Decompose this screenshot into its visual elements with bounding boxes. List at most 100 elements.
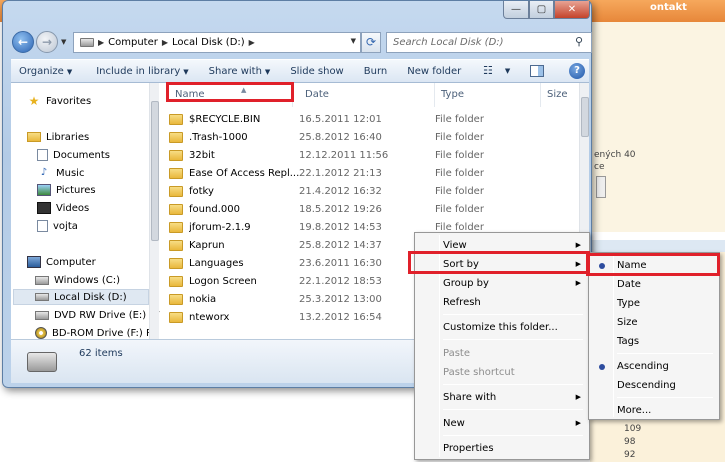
nav-documents[interactable]: Documents: [37, 147, 110, 163]
slide-show-button[interactable]: Slide show: [282, 66, 351, 77]
table-row[interactable]: .Trash-1000 25.8.2012 16:40 File folder: [169, 129, 525, 147]
menu-separator: [443, 435, 583, 436]
folder-icon: [169, 114, 183, 125]
share-label: Share with: [208, 65, 262, 77]
search-input[interactable]: Search Local Disk (D:): [386, 32, 592, 53]
chevron-down-icon[interactable]: ▼: [351, 37, 356, 45]
column-header-type[interactable]: Type: [435, 83, 541, 107]
nav-computer[interactable]: Computer: [27, 254, 96, 270]
nav-favorites[interactable]: ★ Favorites: [27, 93, 92, 109]
sort-order-ascending[interactable]: Ascending: [591, 357, 717, 376]
back-button[interactable]: ←: [12, 31, 34, 53]
nav-user-folder[interactable]: vojta: [37, 218, 78, 234]
new-folder-button[interactable]: New folder: [399, 66, 469, 77]
menu-separator: [443, 384, 583, 385]
chevron-right-icon: ▶: [575, 393, 581, 401]
file-date: 25.8.2012 16:40: [299, 132, 382, 143]
nav-label: Computer: [46, 256, 96, 268]
folder-icon: [169, 168, 183, 179]
sort-option-date[interactable]: Date: [591, 275, 717, 294]
nav-label: BD-ROM Drive (F:) R: [52, 327, 153, 339]
scrollbar-thumb[interactable]: [151, 101, 159, 241]
column-header-size[interactable]: Size: [541, 83, 579, 107]
chevron-right-icon[interactable]: ▶: [249, 38, 255, 47]
file-type: File folder: [435, 204, 484, 215]
share-with-button[interactable]: Share with ▼: [201, 66, 279, 77]
file-date: 22.1.2012 21:13: [299, 168, 382, 179]
nav-music[interactable]: ♪ Music: [37, 165, 85, 181]
file-name: Logon Screen: [189, 276, 257, 287]
folder-icon: [169, 204, 183, 215]
command-toolbar: Organize ▼ Include in library ▼ Share with…: [11, 59, 589, 83]
sort-option-more[interactable]: More...: [591, 401, 717, 420]
nav-label: Windows (C:): [54, 274, 120, 286]
menu-item-refresh[interactable]: Refresh: [417, 293, 587, 312]
table-row[interactable]: $RECYCLE.BIN 16.5.2011 12:01 File folder: [169, 111, 525, 129]
menu-item-new[interactable]: New ▶: [417, 414, 587, 433]
navigation-pane: ★ Favorites Libraries Documents ♪ Music Pi…: [11, 83, 160, 339]
file-name: .Trash-1000: [189, 132, 248, 143]
nav-videos[interactable]: Videos: [37, 200, 89, 216]
sort-option-tags[interactable]: Tags: [591, 332, 717, 351]
forward-button[interactable]: →: [36, 31, 58, 53]
folder-icon: [169, 186, 183, 197]
table-row[interactable]: found.000 18.5.2012 19:26 File folder: [169, 201, 525, 219]
chevron-down-icon: ▼: [183, 67, 189, 76]
view-options-icon[interactable]: ☷: [483, 64, 493, 77]
search-icon[interactable]: ⚲: [575, 35, 587, 48]
file-date: 18.5.2012 19:26: [299, 204, 382, 215]
menu-label: View: [443, 240, 467, 251]
scrollbar-thumb[interactable]: [581, 97, 589, 137]
table-row[interactable]: 32bit 12.12.2011 11:56 File folder: [169, 147, 525, 165]
videos-icon: [37, 202, 51, 214]
folder-icon: [169, 132, 183, 143]
menu-item-share-with[interactable]: Share with ▶: [417, 388, 587, 407]
help-icon[interactable]: ?: [569, 63, 585, 79]
chevron-right-icon: ▶: [575, 419, 581, 427]
nav-label: Local Disk (D:): [54, 291, 127, 303]
chevron-right-icon[interactable]: ▶: [98, 38, 104, 47]
minimize-button[interactable]: —: [503, 1, 529, 19]
nav-libraries[interactable]: Libraries: [27, 129, 89, 145]
nav-scrollbar[interactable]: [149, 83, 159, 339]
breadcrumb-local-disk[interactable]: Local Disk (D:): [172, 37, 245, 48]
preview-pane-icon[interactable]: [530, 64, 545, 77]
file-type: File folder: [435, 168, 484, 179]
sort-option-size[interactable]: Size: [591, 313, 717, 332]
file-name: jforum-2.1.9: [189, 222, 251, 233]
file-name: Languages: [189, 258, 244, 269]
close-button[interactable]: ✕: [554, 1, 590, 19]
star-icon: ★: [28, 94, 40, 108]
menu-label: New: [443, 418, 465, 429]
folder-icon: [169, 312, 183, 323]
menu-item-group-by[interactable]: Group by ▶: [417, 274, 587, 293]
nav-drive-e[interactable]: DVD RW Drive (E:) D’: [35, 307, 160, 323]
sort-option-type[interactable]: Type: [591, 294, 717, 313]
maximize-button[interactable]: ▢: [529, 1, 554, 19]
folder-icon: [169, 258, 183, 269]
breadcrumb-computer[interactable]: Computer: [108, 37, 158, 48]
nav-drive-d[interactable]: Local Disk (D:): [13, 289, 149, 305]
table-row[interactable]: fotky 21.4.2012 16:32 File folder: [169, 183, 525, 201]
nav-drive-c[interactable]: Windows (C:): [35, 272, 120, 288]
file-name: nteworx: [189, 312, 230, 323]
address-bar[interactable]: ▶ Computer ▶ Local Disk (D:) ▶ ▼: [73, 32, 361, 53]
chevron-right-icon[interactable]: ▶: [162, 38, 168, 47]
refresh-button[interactable]: ⟳: [361, 32, 381, 53]
web-button[interactable]: [596, 176, 606, 198]
nav-pictures[interactable]: Pictures: [37, 182, 96, 198]
menu-item-customize[interactable]: Customize this folder...: [417, 318, 587, 337]
burn-button[interactable]: Burn: [356, 66, 395, 77]
table-row[interactable]: Ease Of Access Repl... 22.1.2012 21:13 Fil…: [169, 165, 525, 183]
sort-order-descending[interactable]: Descending: [591, 376, 717, 395]
recent-pages-dropdown[interactable]: ▼: [61, 38, 66, 46]
column-header-date[interactable]: Date: [299, 83, 435, 107]
chevron-down-icon[interactable]: ▼: [505, 67, 510, 75]
menu-item-properties[interactable]: Properties: [417, 439, 587, 458]
organize-button[interactable]: Organize ▼: [11, 66, 80, 77]
computer-icon: [27, 256, 41, 268]
menu-label: Share with: [443, 392, 497, 403]
web-contact-link[interactable]: ontakt: [650, 2, 687, 13]
menu-item-paste: Paste: [443, 348, 470, 359]
include-in-library-button[interactable]: Include in library ▼: [88, 66, 196, 77]
